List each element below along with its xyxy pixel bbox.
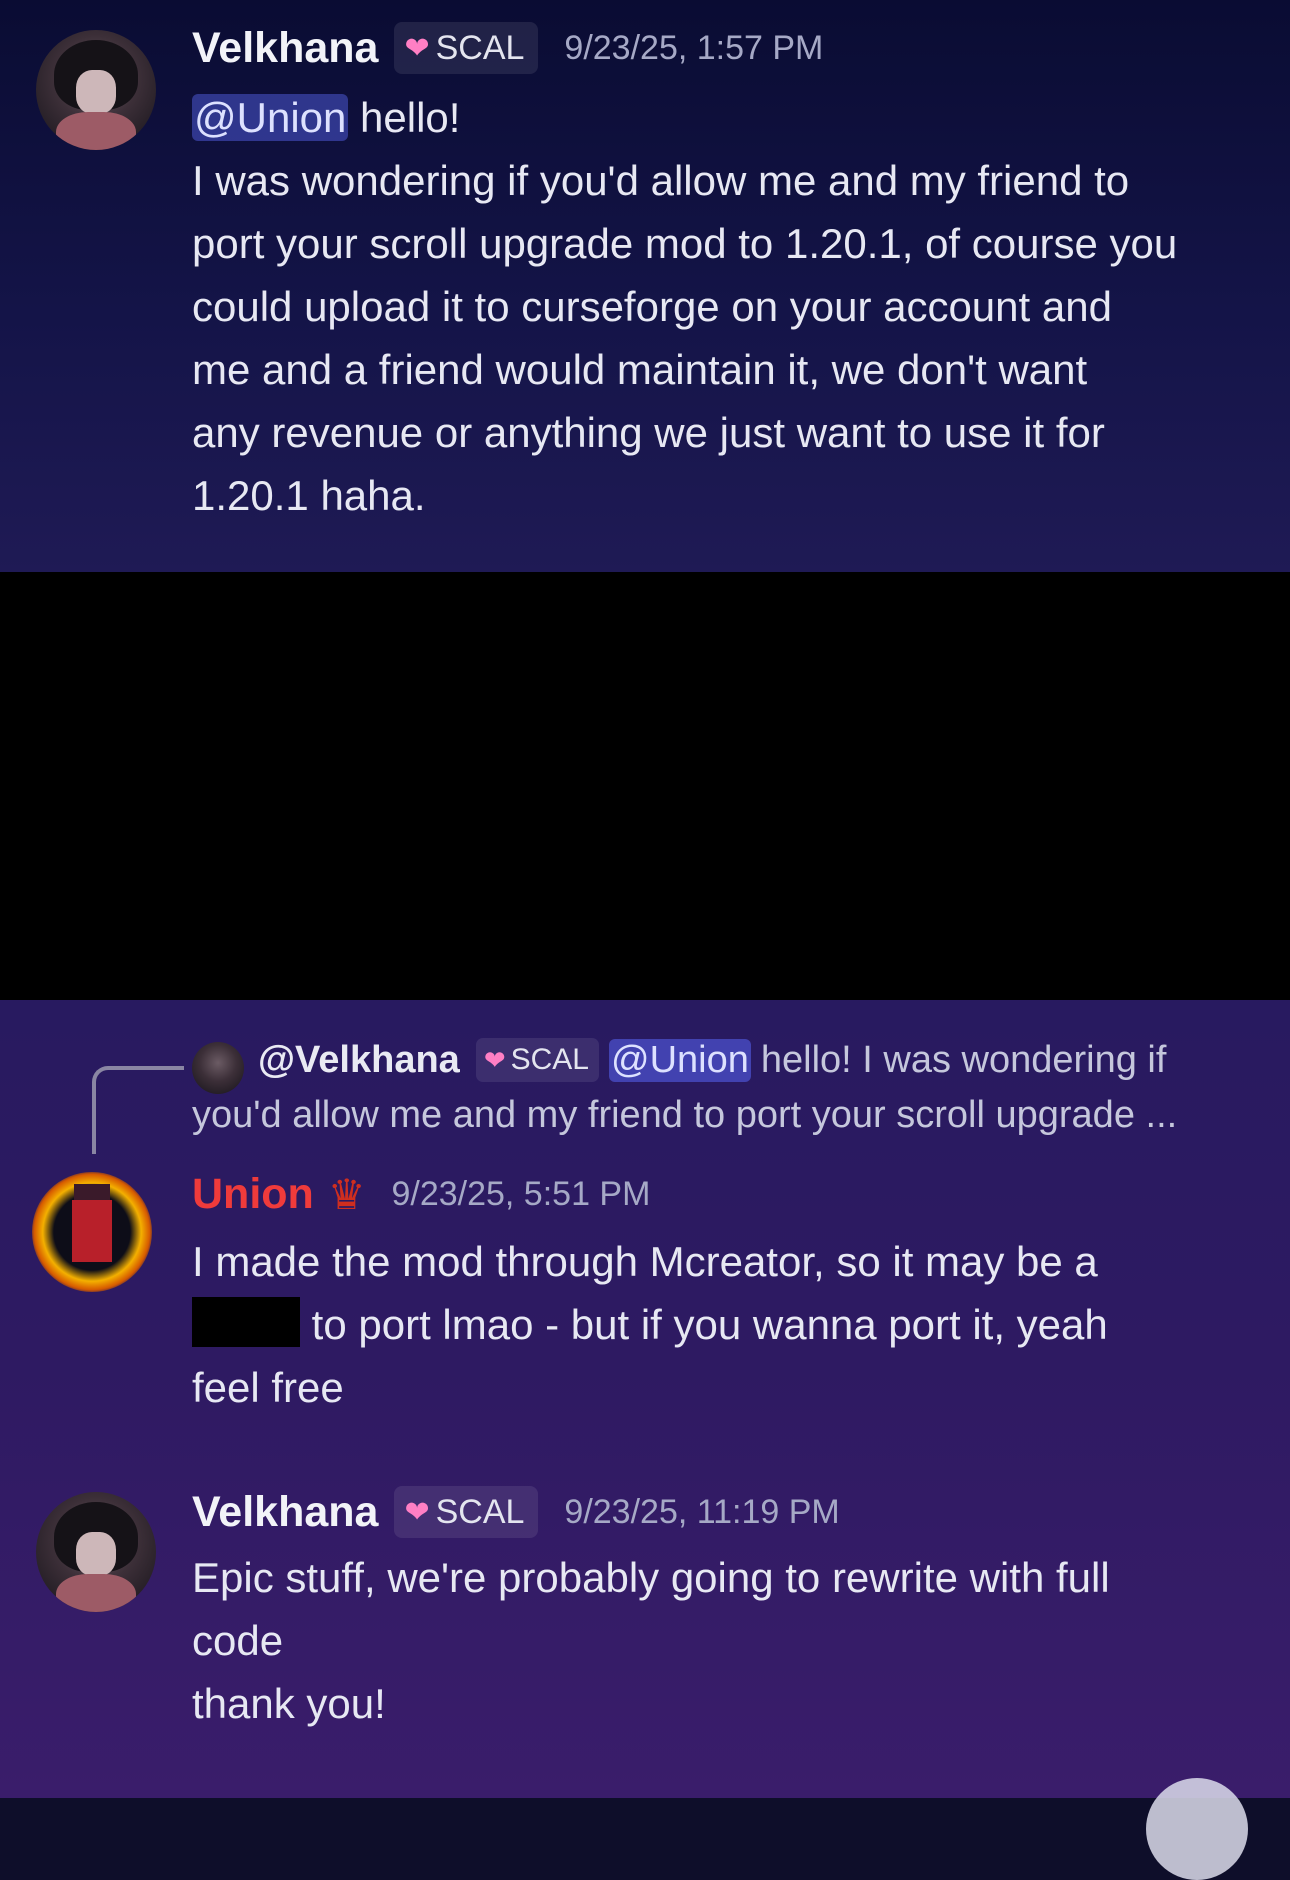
- message-line: @Union hello!: [192, 86, 1177, 149]
- reply-avatar: [192, 1042, 244, 1094]
- avatar-face: [76, 1532, 116, 1576]
- reply-server-tag: ❤ SCAL: [475, 1038, 599, 1082]
- username[interactable]: Velkhana: [192, 24, 378, 73]
- reply-username: @Velkhana: [258, 1038, 460, 1081]
- message-header: Velkhana ❤ SCAL 9/23/25, 1:57 PM: [192, 22, 823, 74]
- message-line: 1.20.1 haha.: [192, 472, 426, 519]
- avatar[interactable]: [36, 30, 156, 150]
- server-tag-label: SCAL: [435, 1492, 525, 1531]
- redacted-region: [0, 572, 1290, 1000]
- message-line: any revenue or anything we just want to …: [192, 409, 1105, 456]
- message-text: to port lmao - but if you wanna port it,…: [300, 1301, 1108, 1348]
- message-body: I made the mod through Mcreator, so it m…: [192, 1230, 1108, 1419]
- crown-icon[interactable]: ♛: [328, 1170, 366, 1219]
- message-line: to port lmao - but if you wanna port it,…: [192, 1293, 1108, 1356]
- username[interactable]: Union: [192, 1170, 314, 1219]
- timestamp: 9/23/25, 5:51 PM: [391, 1175, 651, 1213]
- reply-connector: [92, 1066, 184, 1154]
- message-header: Union ♛ 9/23/25, 5:51 PM: [192, 1170, 650, 1219]
- message-line: thank you!: [192, 1680, 386, 1727]
- reply-preview[interactable]: @Velkhana ❤ SCAL @Union hello! I was won…: [258, 1038, 1166, 1082]
- avatar-clothing: [56, 112, 136, 150]
- avatar-body: [72, 1200, 112, 1262]
- message-body: Epic stuff, we're probably going to rewr…: [192, 1546, 1110, 1735]
- server-tag-label: SCAL: [435, 28, 525, 67]
- message-line: could upload it to curseforge on your ac…: [192, 283, 1112, 330]
- username[interactable]: Velkhana: [192, 1488, 378, 1537]
- heart-icon: ❤: [483, 1044, 506, 1075]
- message-line: I was wondering if you'd allow me and my…: [192, 157, 1130, 204]
- timestamp: 9/23/25, 1:57 PM: [564, 28, 824, 67]
- message-line: feel free: [192, 1364, 344, 1411]
- heart-icon: ❤: [404, 31, 430, 65]
- message-text: hello!: [348, 94, 461, 141]
- message-line: port your scroll upgrade mod to 1.20.1, …: [192, 220, 1178, 267]
- message-line: me and a friend would maintain it, we do…: [192, 346, 1088, 393]
- spoiler-block[interactable]: [192, 1297, 300, 1347]
- avatar-clothing: [56, 1574, 136, 1612]
- heart-icon: ❤: [404, 1495, 430, 1529]
- avatar[interactable]: [32, 1172, 152, 1292]
- message-line: I made the mod through Mcreator, so it m…: [192, 1238, 1098, 1285]
- timestamp: 9/23/25, 11:19 PM: [564, 1492, 840, 1531]
- server-tag[interactable]: ❤ SCAL: [394, 22, 539, 74]
- scroll-to-bottom-button[interactable]: [1146, 1778, 1248, 1880]
- message-line: code: [192, 1617, 284, 1664]
- server-tag[interactable]: ❤ SCAL: [394, 1486, 539, 1538]
- avatar-face: [76, 70, 116, 114]
- message-header: Velkhana ❤ SCAL 9/23/25, 11:19 PM: [192, 1486, 840, 1538]
- reply-text: hello! I was wondering if: [760, 1038, 1167, 1081]
- reply-text-continued[interactable]: you'd allow me and my friend to port you…: [192, 1094, 1177, 1137]
- user-mention[interactable]: @Union: [192, 94, 349, 141]
- reply-tag-label: SCAL: [510, 1043, 589, 1076]
- message-body: @Union hello! I was wondering if you'd a…: [192, 86, 1177, 527]
- reply-mention: @Union: [609, 1038, 751, 1082]
- message-line: Epic stuff, we're probably going to rewr…: [192, 1554, 1110, 1601]
- avatar[interactable]: [36, 1492, 156, 1612]
